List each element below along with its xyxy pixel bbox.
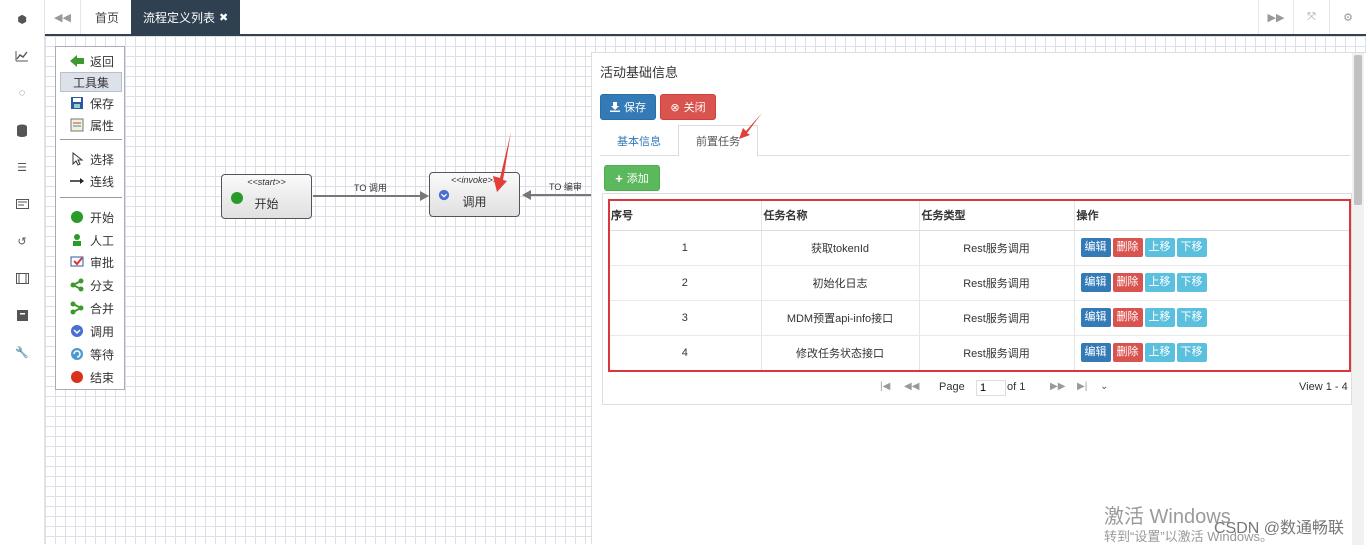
task-grid: 序号 任务名称 任务类型 操作 1 获取tokenId Rest服务调用 编辑删… [602,193,1352,405]
page-input[interactable] [976,380,1006,396]
column-header[interactable]: 任务名称 [761,200,920,231]
cell-type: Rest服务调用 [919,265,1075,301]
move-up-button[interactable]: 上移 [1144,308,1175,327]
cell-no: 4 [609,335,762,371]
column-header[interactable]: 任务类型 [919,200,1075,231]
cell-no: 3 [609,300,762,336]
move-up-button[interactable]: 上移 [1144,343,1175,362]
save-button[interactable]: 保存 [600,94,656,120]
add-button-label: 添加 [626,173,649,185]
edit-button[interactable]: 编辑 [1080,238,1111,257]
table-header-row: 序号 任务名称 任务类型 操作 [609,200,1351,231]
invoke-icon [70,324,84,338]
next-page-icon[interactable]: ▶▶ [1050,381,1065,392]
chevron-down-icon[interactable]: ⌄ [1100,381,1108,392]
palette-end[interactable]: 结束 [60,367,122,387]
table-row[interactable]: 4 修改任务状态接口 Rest服务调用 编辑 删除 上移 下移 [609,335,1351,371]
film-icon[interactable] [14,270,30,286]
activation-watermark: 激活 Windows [1104,506,1231,528]
delete-button[interactable]: 删除 [1112,343,1143,362]
cell-ops: 编辑 删除 上移 下移 [1074,230,1351,266]
edit-button[interactable]: 编辑 [1080,308,1111,327]
merge-icon [70,301,84,315]
palette-merge[interactable]: 合并 [60,298,122,318]
wrench-icon[interactable]: 🔧 [14,344,30,360]
csdn-watermark: CSDN @数通畅联 [1214,520,1345,537]
move-down-button[interactable]: 下移 [1176,238,1207,257]
panel-tabs: 基本信息 前置任务 [600,125,1350,157]
cell-name: 获取tokenId [761,230,920,266]
branch-icon [70,278,84,292]
plus-icon: + [615,170,623,186]
palette-branch[interactable]: 分支 [60,275,122,295]
archive-icon[interactable] [14,307,30,323]
palette-label: 结束 [90,370,115,385]
page-of-label: of 1 [1007,381,1026,393]
end-circle-icon [70,370,84,384]
edit-button[interactable]: 编辑 [1080,273,1111,292]
view-range: View 1 - 4 [1299,381,1348,393]
table-row[interactable]: 3 MDM预置api-info接口 Rest服务调用 编辑 删除 上移 下移 [609,300,1351,336]
edge-label: TO 编审 [549,182,582,192]
gear-icon[interactable]: ⚙ [1330,0,1366,34]
fullscreen-icon[interactable]: ⤧ [1294,0,1330,34]
move-up-button[interactable]: 上移 [1144,273,1175,292]
panel-title: 活动基础信息 [600,65,679,80]
move-down-button[interactable]: 下移 [1176,273,1207,292]
pager: |◀ ◀◀ Page of 1 ▶▶ ▶| ⌄ View 1 - 4 [602,375,1352,403]
move-down-button[interactable]: 下移 [1176,308,1207,327]
column-header[interactable]: 序号 [609,200,762,231]
first-page-icon[interactable]: |◀ [880,381,890,392]
cell-ops: 编辑 删除 上移 下移 [1074,335,1351,371]
cell-name: MDM预置api-info接口 [761,300,920,336]
delete-button[interactable]: 删除 [1112,273,1143,292]
add-button[interactable]: + 添加 [604,165,660,191]
cell-type: Rest服务调用 [919,335,1075,371]
cell-type: Rest服务调用 [919,230,1075,266]
flow-connectors [313,132,592,201]
wait-icon [70,347,84,361]
annotation-arrow [493,132,511,192]
scrollbar-thumb[interactable] [1354,55,1362,205]
last-page-icon[interactable]: ▶| [1077,381,1087,392]
page-label: Page [939,381,965,393]
cell-name: 初始化日志 [761,265,920,301]
close-button[interactable]: ⊗ 关闭 [660,94,716,120]
palette-label: 分支 [90,278,115,293]
palette-label: 调用 [90,324,115,339]
delete-button[interactable]: 删除 [1112,238,1143,257]
palette-wait[interactable]: 等待 [60,344,122,364]
palette-label: 合并 [90,301,115,316]
cell-no: 1 [609,230,762,266]
edge-arrowhead [522,190,531,200]
column-header: 操作 [1074,200,1351,231]
scroll-right-icon[interactable]: ▶▶ [1258,0,1294,34]
cell-no: 2 [609,265,762,301]
close-circle-icon: ⊗ [670,101,680,114]
prev-page-icon[interactable]: ◀◀ [904,381,919,392]
edge-label: TO 调用 [354,183,387,193]
cell-ops: 编辑 删除 上移 下移 [1074,265,1351,301]
palette-label: 等待 [90,347,115,362]
move-up-button[interactable]: 上移 [1144,238,1175,257]
cell-ops: 编辑 删除 上移 下移 [1074,300,1351,336]
cell-type: Rest服务调用 [919,300,1075,336]
edge-arrowhead [420,191,429,201]
edit-button[interactable]: 编辑 [1080,343,1111,362]
save-button-label: 保存 [624,102,646,114]
delete-button[interactable]: 删除 [1112,308,1143,327]
palette-invoke[interactable]: 调用 [60,321,122,341]
activity-panel: 活动基础信息 保存 ⊗ 关闭 基本信息 前置任务 + 添加 序号 任务名称 任务… [591,52,1366,545]
task-table: 序号 任务名称 任务类型 操作 1 获取tokenId Rest服务调用 编辑删… [609,200,1351,371]
cell-name: 修改任务状态接口 [761,335,920,371]
tab-basic-info[interactable]: 基本信息 [600,125,678,156]
panel-scrollbar[interactable] [1352,53,1364,545]
annotation-arrow [739,113,762,139]
table-row[interactable]: 2 初始化日志 Rest服务调用 编辑 删除 上移 下移 [609,265,1351,301]
move-down-button[interactable]: 下移 [1176,343,1207,362]
download-icon [610,102,620,112]
table-row[interactable]: 1 获取tokenId Rest服务调用 编辑 删除 上移 下移 [609,230,1351,266]
close-button-label: 关闭 [683,102,706,114]
